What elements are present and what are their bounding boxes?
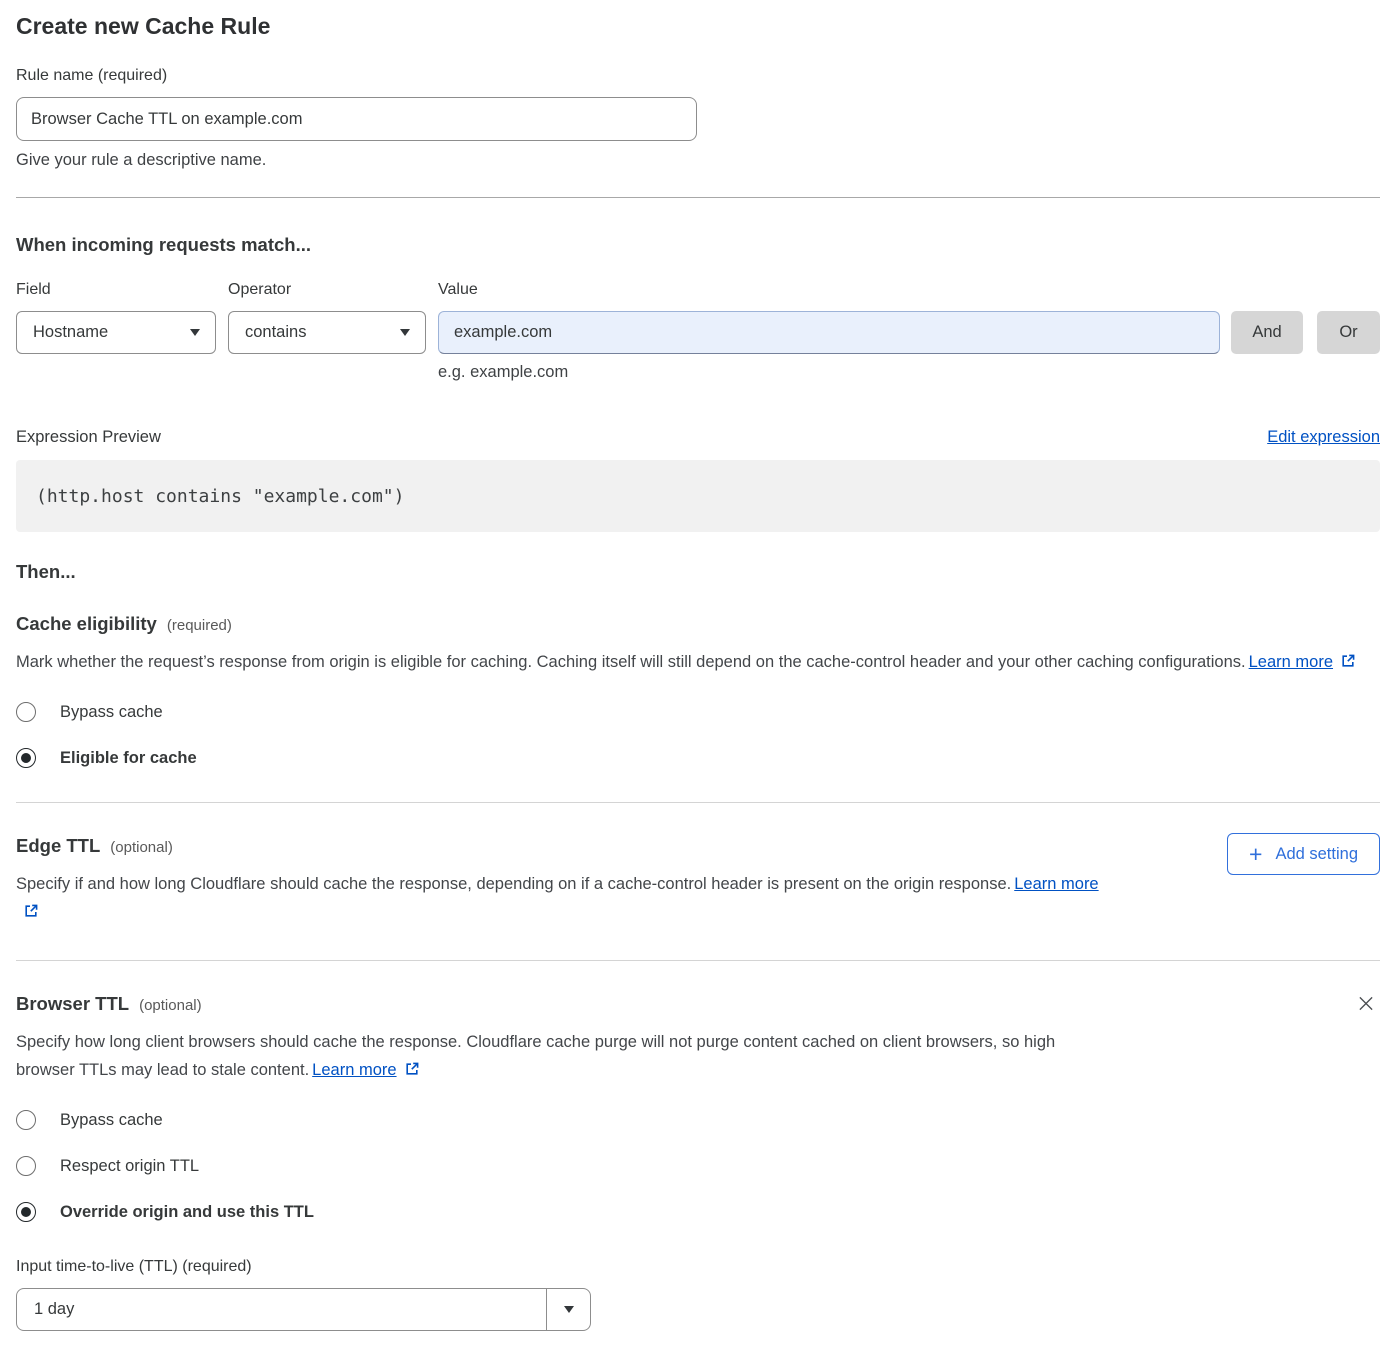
- section-divider: [16, 802, 1380, 803]
- section-divider: [16, 197, 1380, 198]
- edit-expression-link[interactable]: Edit expression: [1267, 428, 1380, 447]
- expression-preview-label: Expression Preview: [16, 428, 161, 447]
- expression-code: (http.host contains "example.com"): [36, 486, 404, 507]
- browser-ttl-heading: Browser TTL (optional): [16, 993, 1380, 1015]
- radio-icon: [16, 1110, 36, 1130]
- edge-ttl-description: Specify if and how long Cloudflare shoul…: [16, 870, 1118, 926]
- edge-ttl-section: + Add setting Edge TTL (optional) Specif…: [16, 835, 1380, 926]
- ttl-select-arrow-zone[interactable]: [546, 1289, 590, 1330]
- radio-label: Override origin and use this TTL: [60, 1203, 314, 1222]
- browser-ttl-section: Browser TTL (optional) Specify how long …: [16, 993, 1380, 1331]
- operator-select[interactable]: contains: [228, 311, 426, 354]
- or-button[interactable]: Or: [1317, 311, 1380, 354]
- cache-eligibility-title: Cache eligibility: [16, 613, 157, 635]
- browser-ttl-title: Browser TTL: [16, 993, 129, 1015]
- radio-label: Bypass cache: [60, 1111, 163, 1130]
- value-label: Value: [438, 281, 1380, 299]
- radio-icon: [16, 1156, 36, 1176]
- edge-ttl-heading: Edge TTL (optional): [16, 835, 1380, 857]
- then-heading: Then...: [16, 561, 1380, 583]
- learn-more-link[interactable]: Learn more: [1249, 653, 1333, 671]
- section-divider: [16, 960, 1380, 961]
- radio-selected-icon: [16, 748, 36, 768]
- radio-label: Respect origin TTL: [60, 1157, 199, 1176]
- create-cache-rule-form: Create new Cache Rule Rule name (require…: [0, 13, 1400, 1331]
- external-link-icon: [1340, 653, 1356, 669]
- radio-selected-icon: [16, 1202, 36, 1222]
- value-input[interactable]: [438, 311, 1220, 354]
- external-link-icon: [23, 903, 39, 919]
- radio-label: Bypass cache: [60, 703, 163, 722]
- rule-name-input[interactable]: [16, 97, 697, 141]
- radio-browser-bypass-cache[interactable]: Bypass cache: [16, 1110, 1380, 1130]
- match-column-labels: Field Operator Value: [16, 281, 1380, 299]
- edge-ttl-title: Edge TTL: [16, 835, 100, 857]
- cache-eligibility-description: Mark whether the request’s response from…: [16, 648, 1380, 676]
- and-button[interactable]: And: [1231, 311, 1303, 354]
- field-label: Field: [16, 281, 228, 299]
- match-controls-row: Hostname contains And Or: [16, 311, 1380, 354]
- browser-ttl-optional-badge: (optional): [139, 997, 202, 1014]
- ttl-select-value: 1 day: [34, 1300, 74, 1319]
- chevron-down-icon: [400, 329, 410, 336]
- ttl-select[interactable]: 1 day: [16, 1288, 591, 1331]
- cache-eligibility-required-badge: (required): [167, 617, 232, 634]
- browser-ttl-description-text: Specify how long client browsers should …: [16, 1033, 1055, 1079]
- ttl-input-label: Input time-to-live (TTL) (required): [16, 1258, 1380, 1276]
- learn-more-link[interactable]: Learn more: [1014, 875, 1098, 893]
- add-setting-button[interactable]: + Add setting: [1227, 833, 1380, 875]
- operator-select-value: contains: [245, 323, 306, 342]
- radio-bypass-cache[interactable]: Bypass cache: [16, 702, 1380, 722]
- browser-ttl-description: Specify how long client browsers should …: [16, 1028, 1106, 1084]
- field-select-value: Hostname: [33, 323, 108, 342]
- chevron-down-icon: [190, 329, 200, 336]
- cache-eligibility-heading: Cache eligibility (required): [16, 613, 1380, 635]
- cache-eligibility-description-text: Mark whether the request’s response from…: [16, 653, 1246, 671]
- external-link-icon: [404, 1061, 420, 1077]
- learn-more-link[interactable]: Learn more: [312, 1061, 396, 1079]
- rule-name-label: Rule name (required): [16, 67, 1380, 85]
- radio-icon: [16, 702, 36, 722]
- add-setting-label: Add setting: [1275, 845, 1358, 864]
- plus-icon: +: [1249, 843, 1262, 866]
- radio-respect-origin-ttl[interactable]: Respect origin TTL: [16, 1156, 1380, 1176]
- expression-code-block: (http.host contains "example.com"): [16, 460, 1380, 532]
- rule-name-helper: Give your rule a descriptive name.: [16, 151, 1380, 170]
- radio-label: Eligible for cache: [60, 749, 197, 768]
- chevron-down-icon: [564, 1306, 574, 1313]
- remove-browser-ttl-button[interactable]: [1352, 989, 1380, 1017]
- edge-ttl-optional-badge: (optional): [110, 839, 173, 856]
- radio-eligible-for-cache[interactable]: Eligible for cache: [16, 748, 1380, 768]
- close-icon: [1358, 995, 1374, 1012]
- operator-label: Operator: [228, 281, 438, 299]
- radio-override-origin-ttl[interactable]: Override origin and use this TTL: [16, 1202, 1380, 1222]
- value-helper: e.g. example.com: [438, 363, 1380, 382]
- edge-ttl-description-text: Specify if and how long Cloudflare shoul…: [16, 875, 1011, 893]
- expression-header-row: Expression Preview Edit expression: [16, 428, 1380, 447]
- field-select[interactable]: Hostname: [16, 311, 216, 354]
- match-heading: When incoming requests match...: [16, 234, 1380, 256]
- page-title: Create new Cache Rule: [16, 13, 1380, 40]
